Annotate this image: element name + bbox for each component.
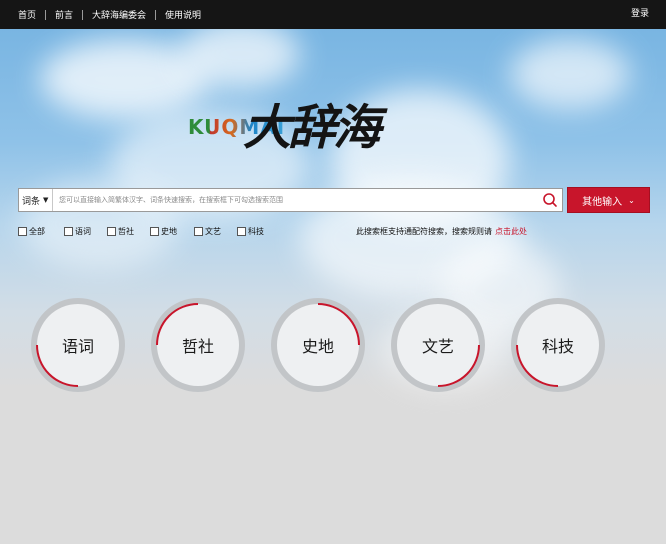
checkbox[interactable] [150, 227, 159, 236]
filter-label: 全部 [29, 227, 45, 236]
category-label: 文艺 [421, 337, 454, 356]
category-label: 史地 [301, 337, 334, 356]
checkbox[interactable] [64, 227, 73, 236]
search-icon[interactable] [542, 192, 558, 208]
search-row: 词条 ▼ 其他输入 ⌄ [18, 187, 650, 213]
wildcard-notice-text: 此搜索框支持通配符搜索，搜索规则请 [356, 227, 492, 236]
filter-science-technology[interactable]: 科技 [237, 226, 264, 237]
logo-chinese-text: 大辞海 [243, 100, 381, 156]
main-nav: 首页 前言 大辞海编委会 使用说明 [18, 0, 201, 29]
filter-label: 语词 [75, 227, 91, 236]
checkbox[interactable] [237, 227, 246, 236]
nav-instructions[interactable]: 使用说明 [165, 8, 201, 21]
checkbox[interactable] [18, 227, 27, 236]
checkbox[interactable] [107, 227, 116, 236]
category-label: 哲社 [181, 337, 214, 356]
wildcard-notice: 此搜索框支持通配符搜索，搜索规则请 点击此处 [356, 226, 527, 237]
filter-label: 哲社 [118, 227, 134, 236]
login-link[interactable]: 登录 [631, 0, 649, 29]
filter-all[interactable]: 全部 [18, 226, 45, 237]
category-label: 语词 [61, 337, 94, 356]
category-words[interactable]: 语词 [27, 294, 129, 396]
nav-separator [155, 9, 157, 20]
other-input-button[interactable]: 其他输入 ⌄ [567, 187, 650, 213]
filter-philosophy-society[interactable]: 哲社 [107, 226, 134, 237]
filter-label: 文艺 [205, 227, 221, 236]
filter-history-geography[interactable]: 史地 [150, 226, 177, 237]
filter-label: 科技 [248, 227, 264, 236]
category-arts[interactable]: 文艺 [387, 294, 489, 396]
search-scope-value: 词条 [22, 196, 41, 207]
nav-home[interactable]: 首页 [18, 8, 36, 21]
category-philosophy-society[interactable]: 哲社 [147, 294, 249, 396]
search-box: 词条 ▼ [18, 188, 563, 212]
search-filters: 全部 语词 哲社 史地 文艺 科技 此搜索框支持通配符搜索，搜索规则请 点击此处 [18, 226, 648, 240]
nav-separator [82, 9, 84, 20]
dacihai-logo: KUQMAI 大辞海 [188, 88, 393, 184]
nav-editorial-board[interactable]: 大辞海编委会 [92, 8, 146, 21]
other-input-label: 其他输入 [582, 196, 623, 208]
checkbox[interactable] [194, 227, 203, 236]
category-science-technology[interactable]: 科技 [507, 294, 609, 396]
search-input[interactable] [55, 189, 543, 211]
filter-words[interactable]: 语词 [64, 226, 91, 237]
search-scope-select[interactable]: 词条 ▼ [19, 189, 53, 211]
search-rules-link[interactable]: 点击此处 [495, 227, 527, 236]
nav-separator [45, 9, 47, 20]
category-label: 科技 [541, 337, 574, 356]
category-history-geography[interactable]: 史地 [267, 294, 369, 396]
nav-preface[interactable]: 前言 [55, 8, 73, 21]
filter-label: 史地 [161, 227, 177, 236]
chevron-down-icon: ⌄ [628, 195, 635, 205]
top-navigation-bar: 首页 前言 大辞海编委会 使用说明 登录 [0, 0, 666, 29]
filter-arts[interactable]: 文艺 [194, 226, 221, 237]
chevron-down-icon: ▼ [43, 196, 49, 204]
